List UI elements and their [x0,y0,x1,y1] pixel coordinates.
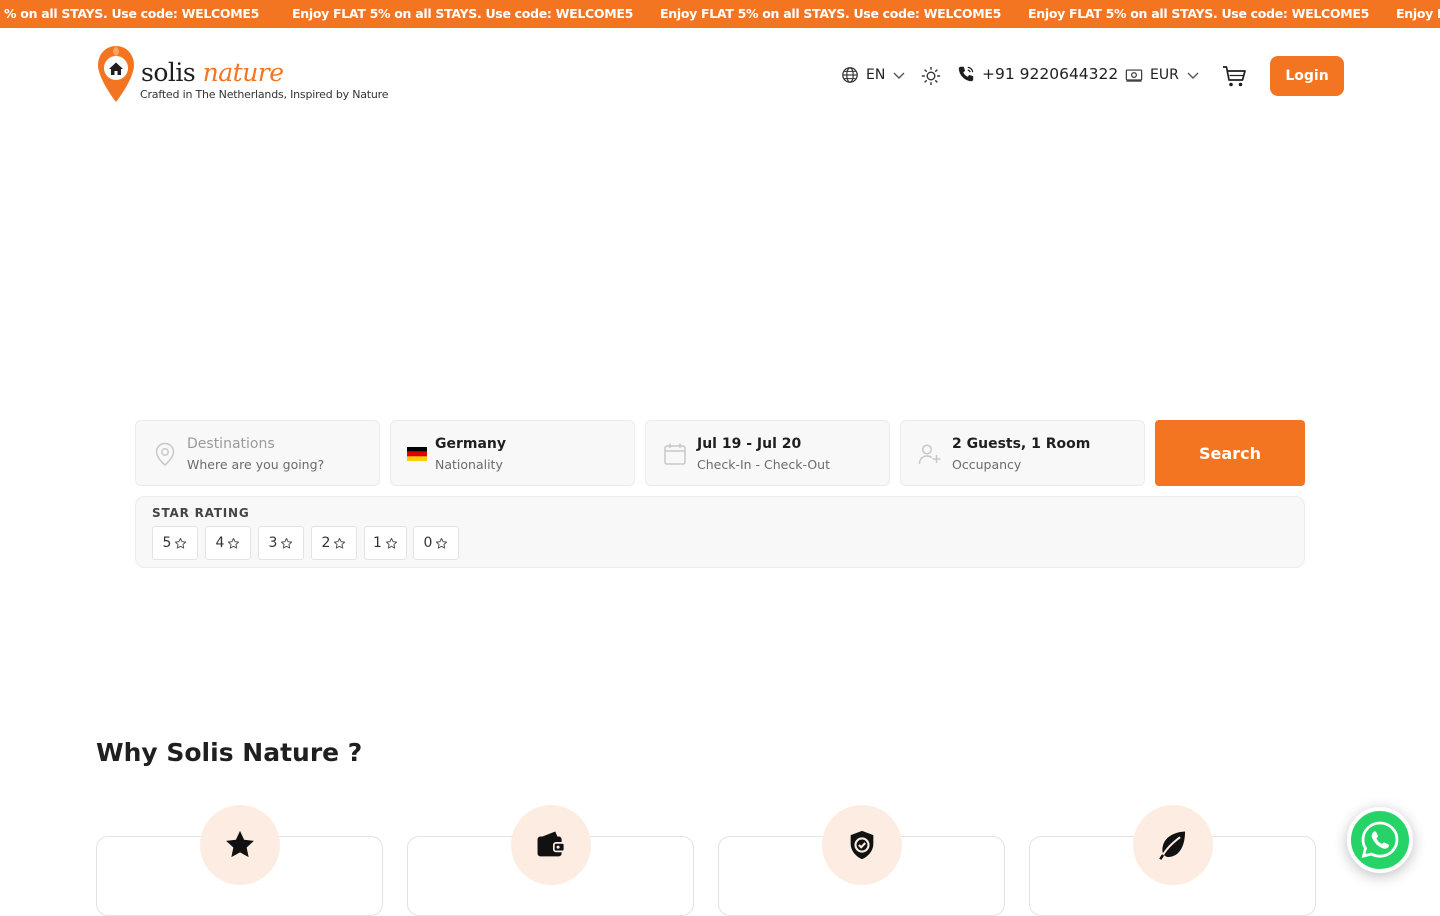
whatsapp-button[interactable] [1347,807,1413,873]
star-filter-value: 3 [268,535,278,551]
dates-subtitle: Check-In - Check-Out [697,457,831,472]
star-filter-3[interactable]: 3 [258,526,304,560]
globe-icon [842,67,858,83]
phone-link[interactable]: +91 9220644322 [957,65,1118,83]
occupancy-title: 2 Guests, 1 Room [952,436,1091,452]
logo-word-solis: solis [141,58,196,87]
why-icon-badge [822,805,902,885]
star-filter-0[interactable]: 0 [413,526,459,560]
germany-flag-icon [407,447,427,461]
dates-title: Jul 19 - Jul 20 [697,436,802,452]
cart-button[interactable] [1221,63,1247,89]
login-button[interactable]: Login [1270,56,1344,96]
why-icon-badge [200,805,280,885]
occupancy-field[interactable]: 2 Guests, 1 Room Occupancy [900,420,1145,486]
shield-check-icon [850,830,874,860]
star-filter-value: 4 [215,535,225,551]
dates-field[interactable]: Jul 19 - Jul 20 Check-In - Check-Out [645,420,890,486]
phone-number: +91 9220644322 [982,65,1119,83]
chevron-down-icon [1187,72,1199,79]
star-filter-value: 1 [373,535,382,551]
destination-title: Destinations [187,436,275,452]
star-filter-5[interactable]: 5 [152,526,198,560]
language-selector[interactable]: EN [841,66,906,84]
logo-wordmark: solis nature [141,58,284,87]
promo-text: Enjoy FLAT 5% on all STAYS. Use code: WE… [660,6,1002,21]
nationality-title: Germany [435,436,507,452]
theme-toggle[interactable] [921,66,941,86]
whatsapp-icon [1361,821,1399,858]
promo-banner: % on all STAYS. Use code: WELCOME5 Enjoy… [0,0,1440,28]
language-label: EN [866,67,886,83]
promo-text: % on all STAYS. Use code: WELCOME5 [4,6,260,21]
star-filter-value: 2 [321,535,331,551]
calendar-icon [664,443,686,465]
why-icon-badge [511,805,591,885]
logo-pin-icon [98,46,134,102]
star-filter-2[interactable]: 2 [311,526,357,560]
star-rating-label: STAR RATING [152,506,250,520]
star-outline-icon [175,537,187,549]
star-filter-value: 5 [162,535,172,551]
wallet-icon [537,831,566,857]
nationality-subtitle: Nationality [435,457,503,472]
star-filter-1[interactable]: 1 [364,526,407,560]
destination-field[interactable]: Destinations Where are you going? [135,420,380,486]
occupancy-subtitle: Occupancy [952,457,1022,472]
star-icon [226,830,254,858]
star-rating-panel: STAR RATING 5 4 3 2 1 0 [135,496,1305,568]
star-outline-icon [228,537,240,549]
promo-text: Enjoy FLAT 5% on all STAYS. Use code: WE… [1028,6,1370,21]
star-outline-icon [436,537,448,549]
currency-label: EUR [1150,67,1179,83]
star-outline-icon [281,537,293,549]
star-filter-4[interactable]: 4 [205,526,251,560]
star-filter-value: 0 [423,535,433,551]
star-outline-icon [385,537,398,549]
phone-icon [958,66,974,82]
star-outline-icon [334,537,346,549]
nationality-field[interactable]: Germany Nationality [390,420,635,486]
destination-subtitle: Where are you going? [187,457,325,472]
currency-selector[interactable]: EUR [1125,66,1200,84]
sun-icon [921,66,941,86]
logo-word-nature: nature [202,58,284,87]
promo-text: Enjoy I [1396,6,1440,21]
add-user-icon [918,444,941,465]
why-icon-badge [1133,805,1213,885]
location-pin-icon [155,442,175,466]
logo-tagline: Crafted in The Netherlands, Inspired by … [140,88,389,101]
chevron-down-icon [893,72,905,79]
promo-text: Enjoy FLAT 5% on all STAYS. Use code: WE… [292,6,634,21]
why-section-title: Why Solis Nature ? [96,738,363,767]
cart-icon [1223,66,1246,87]
money-icon [1125,69,1143,82]
leaf-icon [1159,831,1186,860]
search-button[interactable]: Search [1155,420,1305,486]
